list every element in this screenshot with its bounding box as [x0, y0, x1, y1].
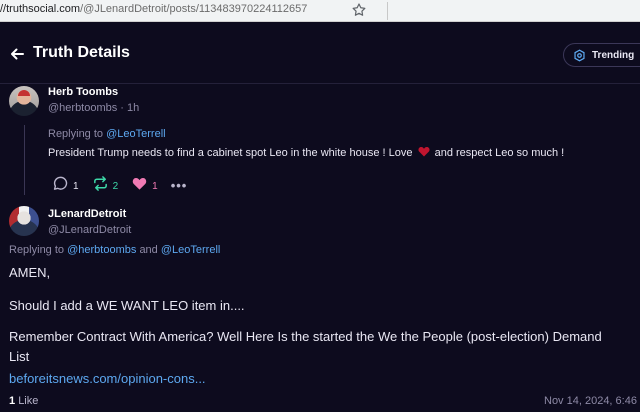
post-text: President Trump needs to find a cabinet …: [48, 146, 565, 159]
trending-icon: [573, 49, 586, 62]
trending-label: Trending: [592, 49, 635, 61]
like-count: 1: [152, 180, 158, 192]
page-header: Truth Details Trending: [0, 22, 640, 84]
back-arrow-icon[interactable]: [9, 46, 25, 62]
like-button[interactable]: 1: [131, 175, 158, 197]
thread-line: [24, 125, 25, 195]
author-name[interactable]: Herb Toombs: [48, 86, 118, 98]
address-bar-divider: [387, 2, 388, 20]
mention-link[interactable]: @LeoTerrell: [106, 128, 165, 140]
avatar[interactable]: [9, 86, 39, 116]
mention-link[interactable]: @herbtoombs: [67, 244, 136, 256]
author-name[interactable]: JLenardDetroit: [48, 208, 126, 220]
author-handle[interactable]: @JLenardDetroit: [48, 224, 131, 236]
more-options-icon[interactable]: •••: [171, 179, 188, 192]
browser-address-bar: //truthsocial.com/@JLenardDetroit/posts/…: [0, 0, 640, 22]
likes-count: 1: [9, 395, 16, 407]
avatar-cap: [18, 90, 30, 96]
bookmark-star-icon[interactable]: [351, 2, 367, 18]
reply-button[interactable]: 1: [52, 175, 79, 197]
post-text-line: AMEN,: [9, 265, 51, 280]
post-text-line: Should I add a WE WANT LEO item in....: [9, 298, 245, 313]
page-title: Truth Details: [33, 44, 130, 61]
replying-to: Replying to @LeoTerrell: [48, 128, 166, 140]
likes-label: Like: [18, 395, 39, 407]
heart-icon: [131, 175, 148, 197]
post-actions: 1 2 1 •••: [52, 175, 187, 197]
replying-to: Replying to @herbtoombs and @LeoTerrell: [9, 244, 221, 256]
post-text-line: List: [9, 349, 30, 364]
likes-summary[interactable]: 1 Like: [9, 395, 38, 407]
post-text-line: Remember Contract With America? Well Her…: [9, 329, 602, 344]
retruth-button[interactable]: 2: [92, 175, 119, 197]
avatar[interactable]: [9, 206, 39, 236]
retruth-count: 2: [112, 180, 119, 192]
reply-count: 1: [73, 180, 79, 192]
red-heart-emoji-icon: [418, 146, 430, 157]
reply-icon: [52, 175, 69, 197]
retruth-icon: [92, 175, 109, 197]
mention-link[interactable]: @LeoTerrell: [161, 244, 220, 256]
trending-dropdown[interactable]: Trending: [563, 43, 640, 67]
url-text[interactable]: //truthsocial.com/@JLenardDetroit/posts/…: [0, 3, 307, 15]
post-date: Nov 14, 2024, 6:46 P: [544, 395, 640, 407]
author-handle[interactable]: @herbtoombs · 1h: [48, 102, 139, 114]
external-link[interactable]: beforeitsnews.com/opinion-cons...: [9, 371, 206, 386]
